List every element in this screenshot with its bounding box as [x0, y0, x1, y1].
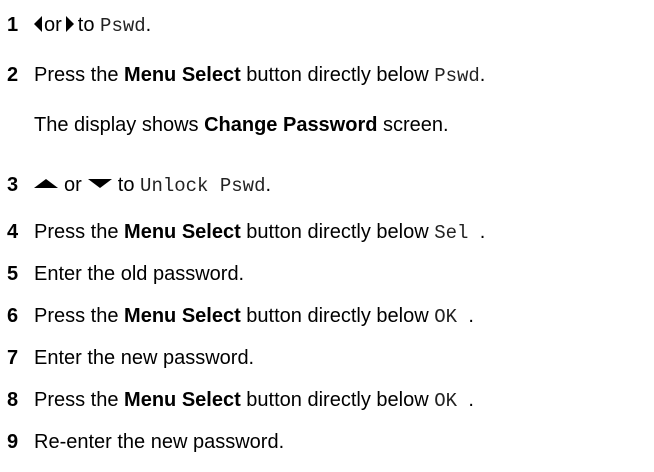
- step-number: 6: [7, 305, 19, 327]
- note-end: screen.: [377, 114, 449, 136]
- step-pre: Press the: [34, 389, 125, 411]
- step-end: .: [145, 14, 152, 36]
- step-2-note: The display shows Change Password screen…: [34, 110, 449, 140]
- down-arrow-icon: [87, 179, 112, 189]
- step-mid: button directly below: [240, 305, 435, 327]
- step-text: Enter the new password.: [34, 347, 255, 369]
- menu-select-label: Menu Select: [124, 389, 241, 411]
- step-text: Press the Menu Select button directly be…: [34, 60, 485, 91]
- step-number: 3: [7, 174, 19, 196]
- step-number: 2: [7, 64, 19, 86]
- step-end: .: [468, 389, 474, 411]
- step-text: Re-enter the new password.: [34, 431, 285, 453]
- step-end: .: [265, 174, 272, 196]
- step-number: 4: [7, 221, 19, 243]
- menu-select-label: Menu Select: [124, 221, 241, 243]
- menu-target: Pswd: [100, 15, 146, 37]
- step-mid: button directly below: [240, 221, 435, 243]
- step-end: .: [468, 305, 474, 327]
- up-arrow-icon: [34, 179, 58, 189]
- step-number: 8: [7, 389, 19, 411]
- step-text: Press the Menu Select button directly be…: [34, 385, 474, 416]
- menu-target: Unlock Pswd: [140, 175, 266, 197]
- to-word: to: [117, 174, 141, 196]
- or-word: or: [44, 14, 62, 36]
- menu-select-label: Menu Select: [124, 305, 241, 327]
- menu-target: OK: [434, 390, 469, 412]
- step-pre: Press the: [34, 64, 125, 86]
- step-number: 9: [7, 431, 19, 453]
- to-word: to: [77, 14, 101, 36]
- menu-select-label: Menu Select: [124, 64, 241, 86]
- note-pre: The display shows: [34, 114, 205, 136]
- step-text: or to Pswd.: [34, 10, 151, 41]
- step-end: .: [479, 64, 486, 86]
- step-text: Press the Menu Select button directly be…: [34, 301, 474, 332]
- step-number: 7: [7, 347, 19, 369]
- step-text: or to Unlock Pswd.: [34, 170, 271, 201]
- step-end: .: [479, 221, 486, 243]
- menu-target: OK: [434, 306, 469, 328]
- step-pre: Press the: [34, 305, 125, 327]
- step-text: Enter the old password.: [34, 263, 245, 285]
- screen-name: Change Password: [204, 114, 378, 136]
- step-number: 1: [7, 14, 19, 36]
- step-number: 5: [7, 263, 19, 285]
- step-mid: button directly below: [240, 389, 435, 411]
- right-arrow-icon: [65, 15, 74, 32]
- left-arrow-icon: [34, 15, 42, 32]
- or-word: or: [64, 174, 82, 196]
- instruction-document: 1 or to Pswd. 2 Press the Menu Select but…: [0, 0, 654, 472]
- menu-target: Pswd: [434, 65, 480, 87]
- step-text: Press the Menu Select button directly be…: [34, 217, 485, 248]
- menu-target: Sel: [434, 222, 480, 244]
- step-pre: Press the: [34, 221, 125, 243]
- step-mid: button directly below: [240, 64, 435, 86]
